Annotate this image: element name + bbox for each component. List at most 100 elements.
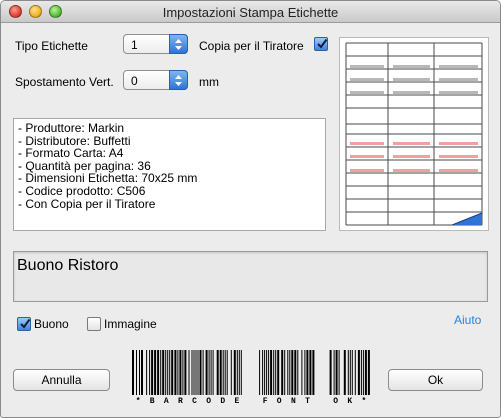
barcode-char: C [192, 397, 197, 406]
barcode-bar [226, 350, 228, 395]
barcode-bar [224, 350, 226, 395]
barcode-sample: * B A R C O D E FONT O K * [131, 348, 371, 406]
barcode-bar [157, 350, 160, 395]
barcode-char: B [150, 397, 155, 406]
barcode-char: D [220, 397, 225, 406]
buono-checkbox[interactable] [17, 317, 31, 331]
barcode-bar [259, 350, 261, 395]
barcode-bar [301, 350, 303, 395]
barcode-bar [338, 350, 340, 395]
barcode-bar [347, 350, 349, 395]
barcode-bar [289, 350, 291, 395]
barcode-bar [222, 350, 224, 395]
barcode-bar [312, 350, 315, 395]
barcode-char: * [136, 397, 141, 406]
info-line: - Produttore: Markin [18, 121, 125, 135]
barcode-char: N [291, 397, 296, 406]
barcode-bar [210, 350, 212, 395]
title-bar[interactable]: Impostazioni Stampa Etichette [1, 1, 500, 23]
chevron-updown-icon[interactable] [169, 70, 188, 90]
barcode-bar [277, 350, 280, 395]
barcode-char: F [263, 397, 268, 406]
barcode-bar [139, 350, 140, 395]
barcode-char: A [164, 397, 169, 406]
barcode-bar [219, 350, 222, 395]
barcode-bar [360, 350, 362, 395]
barcode-bar [233, 350, 236, 395]
barcode-bar [160, 350, 162, 395]
barcode-bar [202, 350, 204, 395]
barcode-bar [306, 350, 309, 395]
barcode-bar [149, 350, 151, 395]
barcode-bar [162, 350, 165, 395]
spostamento-label: Spostamento Vert. [15, 75, 114, 89]
barcode-bar [216, 350, 219, 395]
barcode-bar [230, 350, 232, 395]
barcode-bar [238, 350, 240, 395]
barcode-bar [195, 350, 197, 395]
info-line: - Con Copia per il Tiratore [18, 196, 156, 211]
barcode-bar [199, 350, 202, 395]
barcode-bar [236, 350, 238, 395]
barcode-bar [174, 350, 177, 395]
barcode-bar [281, 350, 284, 395]
copia-tiratore-checkbox[interactable] [314, 37, 328, 51]
barcode-bar [171, 350, 174, 395]
label-grid-graphic [345, 42, 483, 226]
barcode-bar [264, 350, 266, 395]
barcode-char: T [305, 397, 310, 406]
barcode-char: E [234, 397, 239, 406]
barcode-bar [367, 350, 370, 395]
spostamento-select[interactable]: 0 [123, 70, 188, 90]
spostamento-value: 0 [131, 74, 138, 88]
barcode-bar [151, 350, 154, 395]
barcode-bar [141, 350, 143, 395]
barcode-bar [349, 350, 351, 395]
barcode-bar [354, 350, 356, 395]
label-sheet-preview [339, 37, 489, 231]
immagine-checkbox[interactable] [87, 317, 101, 331]
barcode-bar [294, 350, 297, 395]
barcode-bar [333, 350, 335, 395]
barcode-bar [179, 350, 182, 395]
barcode-bar [205, 350, 208, 395]
barcode-bar [275, 350, 277, 395]
barcode-bar [177, 350, 179, 395]
barcode-bar [304, 350, 306, 395]
barcode-bar [154, 350, 157, 395]
barcode-bar [240, 350, 242, 395]
cancel-button[interactable]: Annulla [13, 369, 110, 391]
barcode-char: * [361, 397, 366, 406]
chevron-updown-icon[interactable] [169, 34, 188, 54]
barcode-bar [335, 350, 338, 395]
barcode-bar [287, 350, 289, 395]
barcode-bar [169, 350, 171, 395]
barcode-bar [188, 350, 190, 395]
label-text-field[interactable]: Buono Ristoro [13, 251, 488, 302]
barcode-bar [351, 350, 353, 395]
buono-label: Buono [34, 317, 69, 331]
barcode-bar [284, 350, 286, 395]
barcode-bar [364, 350, 367, 395]
barcode-bar [132, 350, 134, 395]
barcode-bar [268, 350, 270, 395]
tipo-etichette-value: 1 [131, 38, 138, 52]
barcode-bar [184, 350, 187, 395]
dialog-window: Impostazioni Stampa Etichette Tipo Etich… [0, 0, 501, 418]
barcode-bar [191, 350, 193, 395]
barcode-char: K [347, 397, 352, 406]
barcode-bar [297, 350, 299, 395]
checkmark-icon [317, 38, 328, 49]
barcode-bar [165, 350, 167, 395]
barcode-bar [291, 350, 294, 395]
barcode-bar [362, 350, 364, 395]
barcode-char: R [178, 397, 183, 406]
tipo-etichette-select[interactable]: 1 [123, 34, 188, 54]
ok-button[interactable]: Ok [388, 369, 483, 391]
barcode-bar [266, 350, 268, 395]
help-link[interactable]: Aiuto [454, 313, 481, 327]
barcode-bar [146, 350, 148, 395]
barcode-bar [343, 350, 346, 395]
barcode-bar [357, 350, 360, 395]
immagine-label: Immagine [104, 317, 157, 331]
